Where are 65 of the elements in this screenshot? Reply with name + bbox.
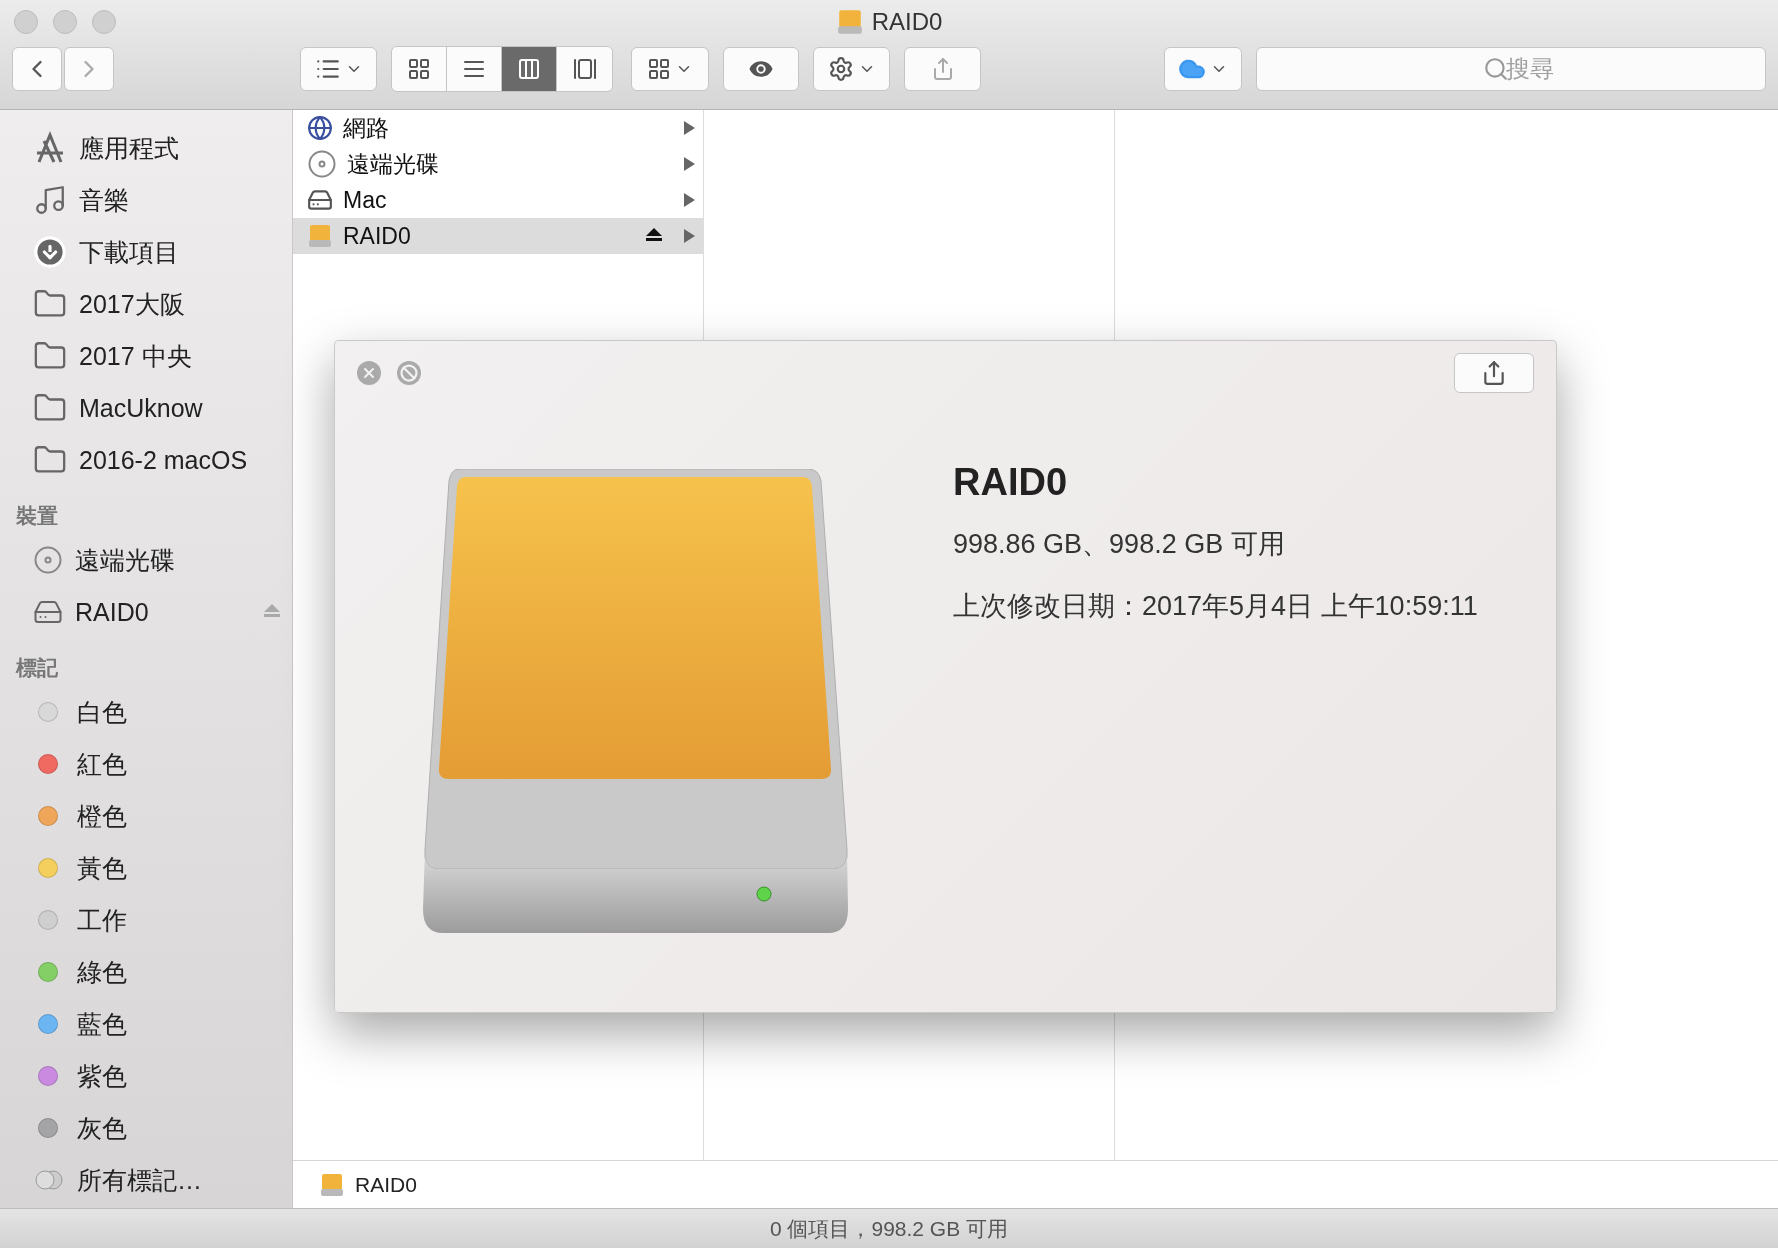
disclosure-arrow-icon <box>684 193 695 207</box>
sidebar-item[interactable]: 工作 <box>0 894 292 946</box>
sidebar-item[interactable]: 遠端光碟 <box>0 534 292 586</box>
volume-name: RAID0 <box>953 461 1069 504</box>
sidebar-item[interactable]: 所有標記… <box>0 1154 292 1206</box>
sidebar-item[interactable]: 橙色 <box>0 790 292 842</box>
quick-look-button[interactable] <box>723 47 799 91</box>
column-row[interactable]: Mac <box>293 182 703 218</box>
column-row[interactable]: RAID0 <box>293 218 703 254</box>
disclosure-arrow-icon <box>684 121 695 135</box>
modified-date-text: 上次修改日期：2017年5月4日 上午10:59:11 <box>953 590 1478 623</box>
search-field[interactable]: 搜尋 <box>1256 47 1766 91</box>
disclosure-arrow-icon <box>684 157 695 171</box>
drive-icon <box>835 8 864 36</box>
grid-icon <box>647 57 671 81</box>
sidebar-item[interactable]: 下載項目 <box>0 226 292 278</box>
gallery-view-icon <box>572 57 597 81</box>
eject-icon[interactable] <box>646 228 662 244</box>
view-mode-button[interactable] <box>557 47 612 91</box>
settings-button[interactable] <box>813 47 890 91</box>
disc-icon <box>307 149 337 179</box>
sidebar-item[interactable]: 2016-2 macOS <box>0 434 292 486</box>
hard-drive-icon <box>307 187 333 213</box>
share-icon <box>1481 360 1507 386</box>
download-icon <box>33 235 67 269</box>
section-heading: 裝置 <box>15 503 59 529</box>
sidebar-item[interactable]: 2017大阪 <box>0 278 292 330</box>
view-mode-control[interactable] <box>391 46 613 92</box>
sidebar-item[interactable]: RAID0 <box>0 586 292 638</box>
grid-view-icon <box>407 57 431 81</box>
path-item[interactable]: RAID0 <box>355 1172 417 1197</box>
sidebar-item[interactable]: 黃色 <box>0 842 292 894</box>
drive-icon <box>319 1171 345 1198</box>
capacity-text: 998.86 GB、998.2 GB 可用 <box>953 528 1286 561</box>
sidebar-item[interactable]: 音樂 <box>0 174 292 226</box>
sidebar-item[interactable]: 綠色 <box>0 946 292 998</box>
sidebar-item[interactable]: 灰色 <box>0 1102 292 1154</box>
status-bar: 0 個項目，998.2 GB 可用 <box>0 1208 1778 1248</box>
sidebar-item[interactable]: 白色 <box>0 686 292 738</box>
tags-icon <box>33 1169 65 1191</box>
share-button[interactable] <box>1454 353 1534 393</box>
sidebar-item[interactable]: 紅色 <box>0 738 292 790</box>
disclosure-arrow-icon <box>684 229 695 243</box>
icloud-button[interactable] <box>1164 47 1242 91</box>
settings-icon <box>827 56 854 82</box>
window-title: RAID0 <box>871 8 943 36</box>
sidebar-item[interactable]: 紫色 <box>0 1050 292 1102</box>
sidebar-item[interactable]: 藍色 <box>0 998 292 1050</box>
drive-icon <box>307 223 333 249</box>
view-mode-button[interactable] <box>502 47 557 91</box>
view-mode-button[interactable] <box>447 47 502 91</box>
group-button[interactable] <box>631 47 709 91</box>
arrange-button[interactable] <box>300 47 377 91</box>
music-note-icon <box>33 183 67 217</box>
disc-icon <box>33 545 63 575</box>
view-mode-button[interactable] <box>392 47 447 91</box>
column-row[interactable]: 遠端光碟 <box>293 146 703 182</box>
column-view-icon <box>517 57 541 81</box>
sidebar-item[interactable]: 2017 中央 <box>0 330 292 382</box>
sidebar-item[interactable]: MacUknow <box>0 382 292 434</box>
column-row[interactable]: 網路 <box>293 110 703 146</box>
globe-icon <box>307 115 333 141</box>
sidebar-item[interactable]: 應用程式 <box>0 122 292 174</box>
section-heading: 標記 <box>14 655 59 681</box>
back-button[interactable] <box>12 47 62 91</box>
